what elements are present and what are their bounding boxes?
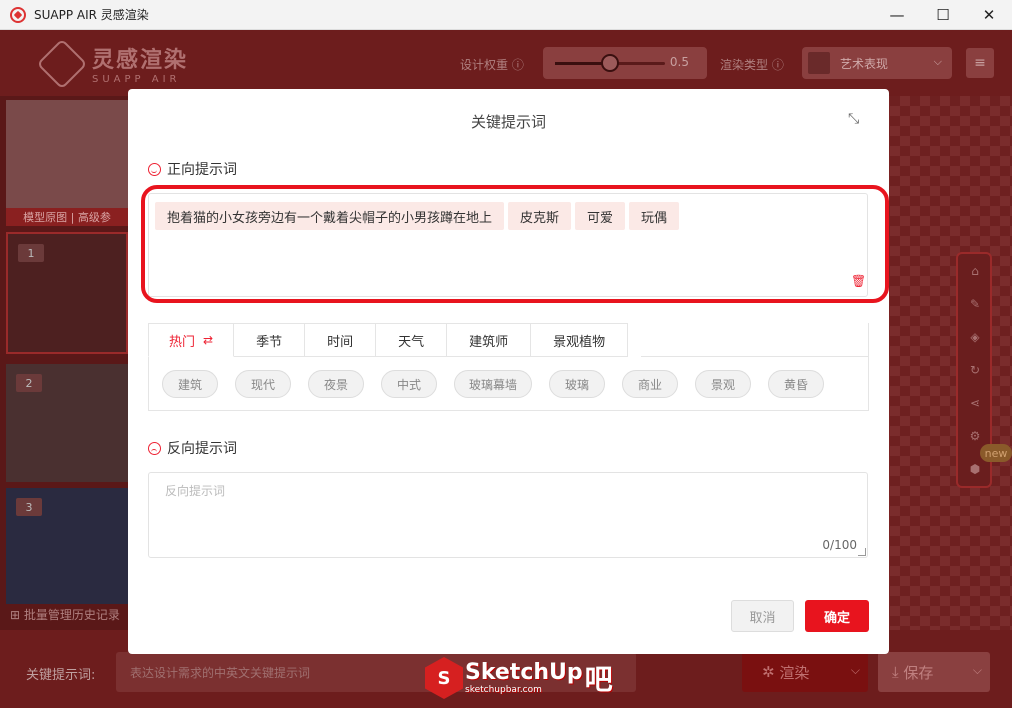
- app-logo-icon: [10, 6, 26, 23]
- chevron-down-icon: ⌵: [933, 55, 942, 68]
- question-circle-icon[interactable]: ⓘ: [512, 58, 524, 72]
- cancel-button[interactable]: 取消: [731, 600, 794, 632]
- title-bar: SUAPP AIR 灵感渲染 — ☐ ✕: [0, 0, 1012, 30]
- keyword-chip[interactable]: 玻璃幕墙: [454, 370, 533, 398]
- negative-prompt-label: 反向提示词: [148, 438, 237, 458]
- prompt-tag[interactable]: 皮克斯: [508, 202, 572, 230]
- keyword-label: 关键提示词:: [26, 668, 96, 683]
- prompt-tag[interactable]: 玩偶: [629, 202, 680, 230]
- trash-icon[interactable]: 🗑: [851, 274, 866, 288]
- render-type-label: 渲染类型 ⓘ: [720, 58, 784, 72]
- close-button[interactable]: ✕: [966, 0, 1012, 30]
- watermark-ba: 吧: [584, 663, 613, 696]
- keyword-chips: 建筑 现代 夜景 中式 玻璃幕墙 玻璃 商业 景观 黄昏: [162, 370, 841, 398]
- minimize-button[interactable]: —: [874, 0, 920, 30]
- layers-icon[interactable]: ◈: [968, 330, 982, 344]
- keyword-chip[interactable]: 玻璃: [549, 370, 606, 398]
- keyword-prompt-dialog: 关键提示词 ⤡ 正向提示词 抱着猫的小女孩旁边有一个戴着尖帽子的小男孩蹲在地上 …: [128, 89, 889, 654]
- sketchupbar-watermark: S SketchUp sketchupbar.com 吧: [425, 654, 613, 702]
- keyword-chip[interactable]: 建筑: [162, 370, 218, 398]
- gear-icon[interactable]: ⚙: [968, 429, 982, 443]
- resize-handle[interactable]: [858, 548, 866, 556]
- positive-prompt-label: 正向提示词: [148, 159, 237, 179]
- history-card[interactable]: 3: [6, 488, 128, 604]
- hexagon-logo-icon: [36, 38, 88, 89]
- logo-sub-text: SUAPP AIR: [92, 74, 181, 85]
- sparkle-icon: ✲: [762, 663, 775, 681]
- maximize-button[interactable]: ☐: [920, 0, 966, 30]
- sketchup-cube-logo-icon: S: [425, 657, 463, 699]
- share-icon[interactable]: ⋖: [968, 396, 982, 410]
- grid-icon: ⊞: [10, 608, 21, 622]
- render-style-thumbnail: [808, 52, 830, 74]
- tab-weather[interactable]: 天气: [376, 323, 448, 357]
- card-caption: 模型原图 | 高级参: [6, 208, 128, 226]
- slider-handle[interactable]: [601, 54, 619, 72]
- watermark-domain: sketchupbar.com: [465, 684, 542, 695]
- swap-icon[interactable]: ⇄: [203, 333, 213, 347]
- watermark-brand: SketchUp sketchupbar.com: [465, 659, 583, 695]
- confirm-button[interactable]: 确定: [805, 600, 869, 632]
- render-type-select[interactable]: 艺术表现 ⌵: [802, 47, 952, 79]
- keyword-chip[interactable]: 景观: [695, 370, 752, 398]
- history-panel: 模型原图 | 高级参 1 2 3 ⊞ 批量管理历史记录: [0, 96, 132, 630]
- frown-icon: [148, 441, 161, 455]
- batch-history-link[interactable]: ⊞ 批量管理历史记录: [10, 606, 120, 623]
- tab-season[interactable]: 季节: [234, 323, 306, 357]
- prompt-tag[interactable]: 可爱: [575, 202, 626, 230]
- prompt-tag[interactable]: 抱着猫的小女孩旁边有一个戴着尖帽子的小男孩蹲在地上: [155, 202, 505, 230]
- card-number: 1: [18, 244, 44, 262]
- category-tabs: 热门 ⇄ 季节 时间 天气 建筑师 景观植物: [148, 323, 629, 357]
- save-button[interactable]: ⤓ 保存 ⌵: [878, 652, 990, 692]
- positive-prompt-input[interactable]: 抱着猫的小女孩旁边有一个戴着尖帽子的小男孩蹲在地上 皮克斯 可爱 玩偶 🗑: [148, 193, 868, 297]
- smile-icon: [148, 162, 161, 176]
- design-weight-slider[interactable]: 0.5: [543, 47, 707, 79]
- menu-button[interactable]: ≡: [966, 48, 994, 78]
- negative-placeholder: 反向提示词: [165, 484, 226, 498]
- tab-architect[interactable]: 建筑师: [447, 323, 532, 357]
- keyword-chip[interactable]: 中式: [381, 370, 437, 398]
- canvas-area: [890, 96, 1012, 630]
- keyword-chip[interactable]: 黄昏: [768, 370, 825, 398]
- refresh-icon[interactable]: ↻: [968, 363, 982, 377]
- keyword-chip[interactable]: 商业: [622, 370, 679, 398]
- keyword-chip[interactable]: 夜景: [308, 370, 364, 398]
- char-counter: 0/100: [822, 538, 857, 552]
- brand-logo: 灵感渲染 SUAPP AIR: [36, 38, 189, 89]
- tab-divider: [641, 356, 869, 357]
- positive-tags: 抱着猫的小女孩旁边有一个戴着尖帽子的小男孩蹲在地上 皮克斯 可爱 玩偶: [155, 202, 683, 230]
- slider-track[interactable]: [555, 54, 665, 72]
- tab-landscape-plants[interactable]: 景观植物: [531, 323, 629, 357]
- hamburger-icon: ≡: [974, 55, 986, 71]
- design-weight-label: 设计权重 ⓘ: [460, 58, 524, 72]
- design-weight-value: 0.5: [669, 55, 689, 69]
- render-type-value: 艺术表现: [840, 56, 889, 71]
- window-controls: — ☐ ✕: [874, 0, 1012, 30]
- chevron-down-icon[interactable]: ⌵: [851, 663, 860, 678]
- tab-hot[interactable]: 热门 ⇄: [148, 323, 235, 357]
- dialog-title: 关键提示词: [470, 113, 546, 131]
- negative-prompt-input[interactable]: 反向提示词 0/100: [148, 472, 868, 558]
- home-icon[interactable]: ⌂: [968, 264, 982, 278]
- keyword-chip[interactable]: 现代: [235, 370, 291, 398]
- new-badge: new: [980, 444, 1012, 462]
- window-title: SUAPP AIR 灵感渲染: [34, 8, 149, 22]
- logo-main-text: 灵感渲染: [92, 48, 189, 73]
- tab-time[interactable]: 时间: [305, 323, 377, 357]
- cube-icon[interactable]: ⬢: [968, 462, 982, 476]
- collapse-icon[interactable]: ⤡: [848, 111, 866, 129]
- edit-icon[interactable]: ✎: [968, 297, 982, 311]
- card-number: 3: [16, 498, 42, 516]
- card-number: 2: [16, 374, 42, 392]
- download-icon: ⤓: [892, 663, 899, 681]
- history-card-original[interactable]: 模型原图 | 高级参: [6, 100, 128, 226]
- question-circle-icon[interactable]: ⓘ: [772, 58, 784, 72]
- chevron-down-icon[interactable]: ⌵: [973, 663, 982, 678]
- history-card[interactable]: 1: [6, 232, 128, 354]
- history-card[interactable]: 2: [6, 364, 128, 482]
- render-button[interactable]: ✲ 渲染 ⌵: [742, 652, 868, 692]
